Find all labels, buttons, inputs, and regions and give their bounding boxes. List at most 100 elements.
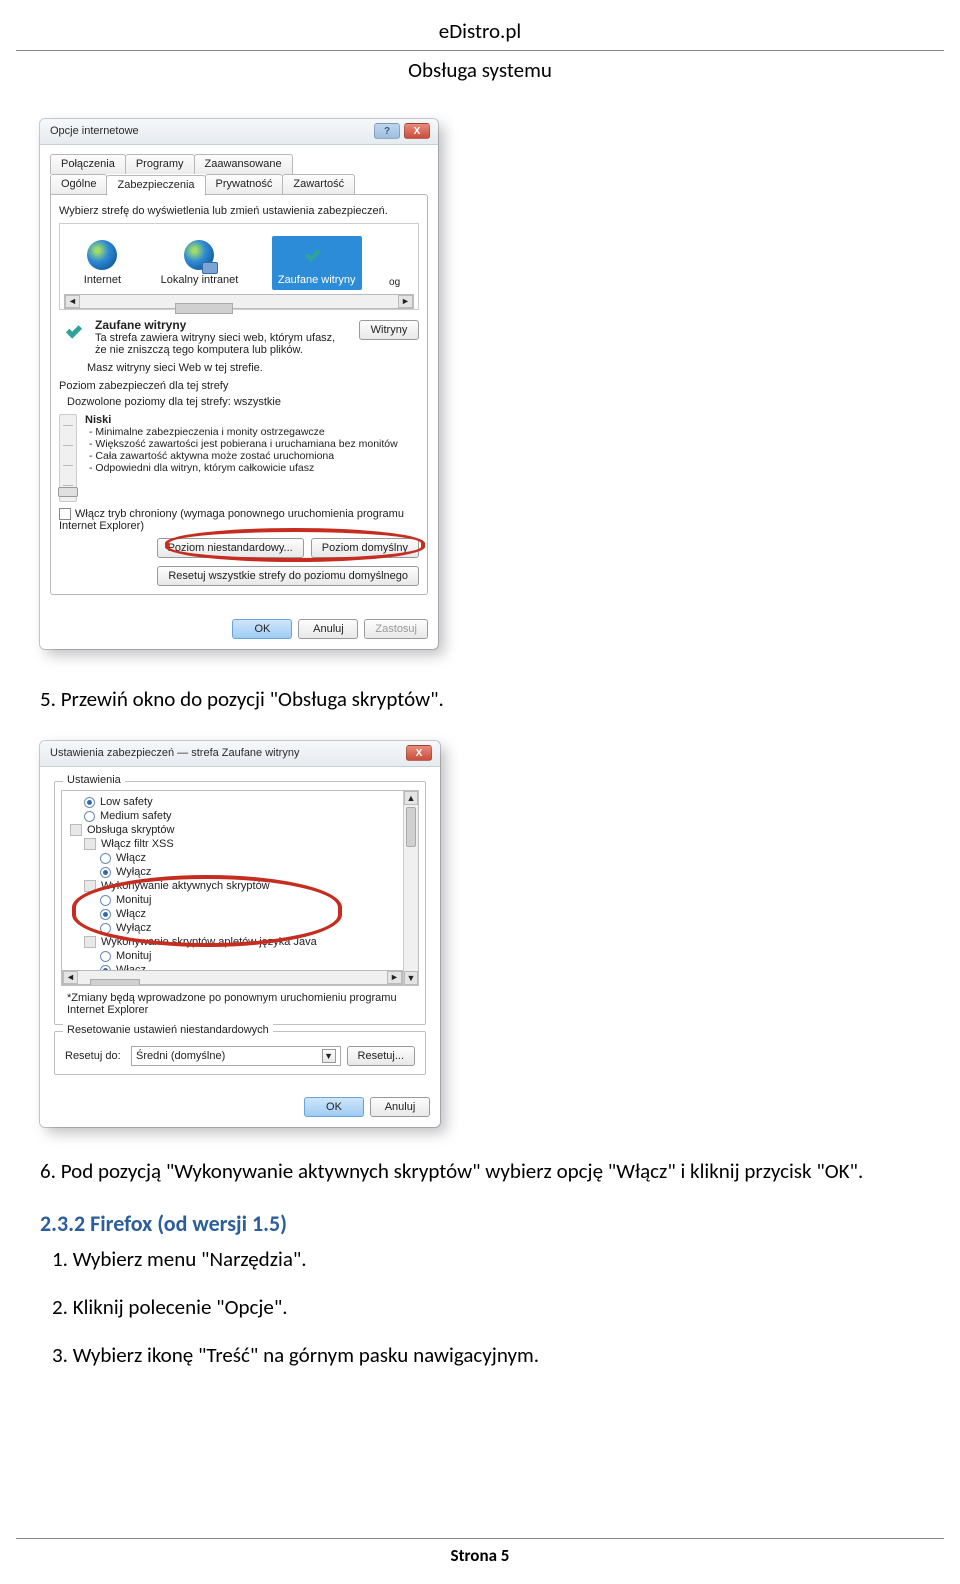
tree-item: Wykonywanie skryptów apletów języka Java (66, 935, 414, 949)
tree-item[interactable]: Low safety (66, 795, 414, 809)
dialog2-title: Ustawienia zabezpieczeń — strefa Zaufane… (50, 747, 299, 759)
reset-level-combobox[interactable]: Średni (domyślne) ▼ (131, 1046, 341, 1066)
tree-item-label: Monituj (116, 894, 151, 906)
tree-item: Włącz filtr XSS (66, 837, 414, 851)
radio-icon[interactable] (84, 811, 95, 822)
reset-to-label: Resetuj do: (65, 1050, 125, 1062)
level-group-label: Poziom zabezpieczeń dla tej strefy (59, 380, 419, 392)
section-heading-firefox: 2.3.2 Firefox (od wersji 1.5) (40, 1210, 920, 1237)
zone-internet[interactable]: Internet (78, 236, 127, 290)
radio-icon[interactable] (100, 909, 111, 920)
tab-programs[interactable]: Programy (125, 154, 195, 174)
tree-item[interactable]: Monituj (66, 949, 414, 963)
globe-intranet-icon (184, 240, 214, 270)
help-button[interactable]: ? (374, 123, 400, 139)
footer-rule (16, 1538, 944, 1539)
tree-item-label: Włącz (116, 908, 146, 920)
tree-item-label: Wyłącz (116, 922, 151, 934)
tree-item-label: Low safety (100, 796, 153, 808)
tree-item-label: Obsługa skryptów (87, 824, 174, 836)
bullet-3: - Cała zawartość aktywna może zostać uru… (89, 450, 419, 462)
zone-intranet[interactable]: Lokalny intranet (155, 236, 245, 290)
tree-item[interactable]: Wyłącz (66, 921, 414, 935)
protected-mode-label: Włącz tryb chroniony (wymaga ponownego u… (59, 508, 404, 532)
tree-item: Wykonywanie aktywnych skryptów (66, 879, 414, 893)
cancel-button[interactable]: Anuluj (298, 619, 358, 639)
titlebar: Opcje internetowe ? X (40, 119, 438, 145)
page-subtitle: Obsługa systemu (0, 57, 960, 83)
script-icon (84, 838, 96, 850)
tree-item: Obsługa skryptów (66, 823, 414, 837)
close-button[interactable]: X (404, 123, 430, 139)
tree-item-label: Wyłącz (116, 866, 151, 878)
dialog-title: Opcje internetowe (50, 125, 139, 137)
radio-icon[interactable] (84, 797, 95, 808)
zone-intranet-label: Lokalny intranet (161, 274, 239, 286)
tree-item-label: Wykonywanie aktywnych skryptów (101, 880, 270, 892)
tab-security[interactable]: Zabezpieczenia (106, 175, 205, 196)
reset-legend: Resetowanie ustawień niestandardowych (63, 1024, 273, 1036)
script-icon (70, 824, 82, 836)
tree-item-label: Monituj (116, 950, 151, 962)
bullet-4: - Odpowiedni dla witryn, którym całkowic… (89, 462, 419, 474)
settings-legend: Ustawienia (63, 774, 125, 786)
step-6-text: 6. Pod pozycją "Wykonywanie aktywnych sk… (40, 1157, 920, 1185)
ok-button[interactable]: OK (232, 619, 292, 639)
reset-all-zones-button[interactable]: Resetuj wszystkie strefy do poziomu domy… (157, 566, 419, 586)
tab-privacy[interactable]: Prywatność (205, 174, 284, 195)
ok-button-2[interactable]: OK (304, 1097, 364, 1117)
checkmark-icon (302, 240, 332, 270)
tree-item-label: Medium safety (100, 810, 172, 822)
zone-overflow: og (389, 277, 400, 290)
chevron-down-icon: ▼ (322, 1049, 336, 1063)
zone-scrollbar[interactable]: ◄► (64, 294, 414, 309)
custom-level-button[interactable]: Poziom niestandardowy... (157, 538, 304, 558)
site-title: eDistro.pl (0, 18, 960, 44)
tree-item-label: Wykonywanie skryptów apletów języka Java (101, 936, 317, 948)
cancel-button-2[interactable]: Anuluj (370, 1097, 430, 1117)
radio-icon[interactable] (100, 923, 111, 934)
tab-connections[interactable]: Połączenia (50, 154, 126, 174)
trusted-title: Zaufane witryny (95, 318, 349, 332)
security-level-slider[interactable] (59, 414, 77, 502)
tab-content[interactable]: Zawartość (282, 174, 355, 195)
protected-mode-checkbox[interactable] (59, 508, 71, 520)
reset-button[interactable]: Resetuj... (347, 1046, 415, 1066)
tab-general[interactable]: Ogólne (50, 174, 107, 195)
settings-group: Ustawienia Low safetyMedium safetyObsług… (54, 781, 426, 1025)
allowed-levels: Dozwolone poziomy dla tej strefy: wszyst… (67, 396, 419, 408)
radio-icon[interactable] (100, 895, 111, 906)
radio-icon[interactable] (100, 951, 111, 962)
sites-button[interactable]: Witryny (359, 320, 419, 340)
firefox-step-3: 3. Wybierz ikonę "Treść" na górnym pasku… (70, 1341, 920, 1369)
script-icon (84, 880, 96, 892)
radio-icon[interactable] (100, 867, 111, 878)
tree-item[interactable]: Włącz (66, 851, 414, 865)
security-panel: Wybierz strefę do wyświetlenia lub zmień… (50, 194, 428, 595)
tree-scrollbar[interactable]: ▲▼ (403, 791, 418, 985)
tree-hscrollbar[interactable]: ◄► (62, 970, 403, 985)
titlebar-2: Ustawienia zabezpieczeń — strefa Zaufane… (40, 741, 440, 767)
tab-advanced[interactable]: Zaawansowane (194, 154, 293, 174)
security-settings-dialog: Ustawienia zabezpieczeń — strefa Zaufane… (40, 741, 440, 1127)
apply-button[interactable]: Zastosuj (364, 619, 428, 639)
trusted-check-icon (67, 318, 91, 342)
tree-item[interactable]: Monituj (66, 893, 414, 907)
zone-instruction: Wybierz strefę do wyświetlenia lub zmień… (59, 205, 419, 217)
tab-row-2: Ogólne Zabezpieczenia Prywatność Zawarto… (50, 173, 428, 194)
restart-note: *Zmiany będą wprowadzone po ponownym uru… (67, 992, 413, 1016)
globe-icon (87, 240, 117, 270)
tree-item-label: Włącz filtr XSS (101, 838, 174, 850)
zone-trusted[interactable]: Zaufane witryny (272, 236, 362, 290)
firefox-step-1: 1. Wybierz menu "Narzędzia". (70, 1245, 920, 1273)
level-name: Niski (85, 414, 419, 426)
radio-icon[interactable] (100, 853, 111, 864)
close-button-2[interactable]: X (406, 745, 432, 761)
zone-internet-label: Internet (84, 274, 121, 286)
page-footer: Strona 5 (0, 1538, 960, 1566)
tree-item[interactable]: Wyłącz (66, 865, 414, 879)
tree-item[interactable]: Włącz (66, 907, 414, 921)
zone-trusted-label: Zaufane witryny (278, 274, 356, 286)
default-level-button[interactable]: Poziom domyślny (311, 538, 419, 558)
tree-item[interactable]: Medium safety (66, 809, 414, 823)
